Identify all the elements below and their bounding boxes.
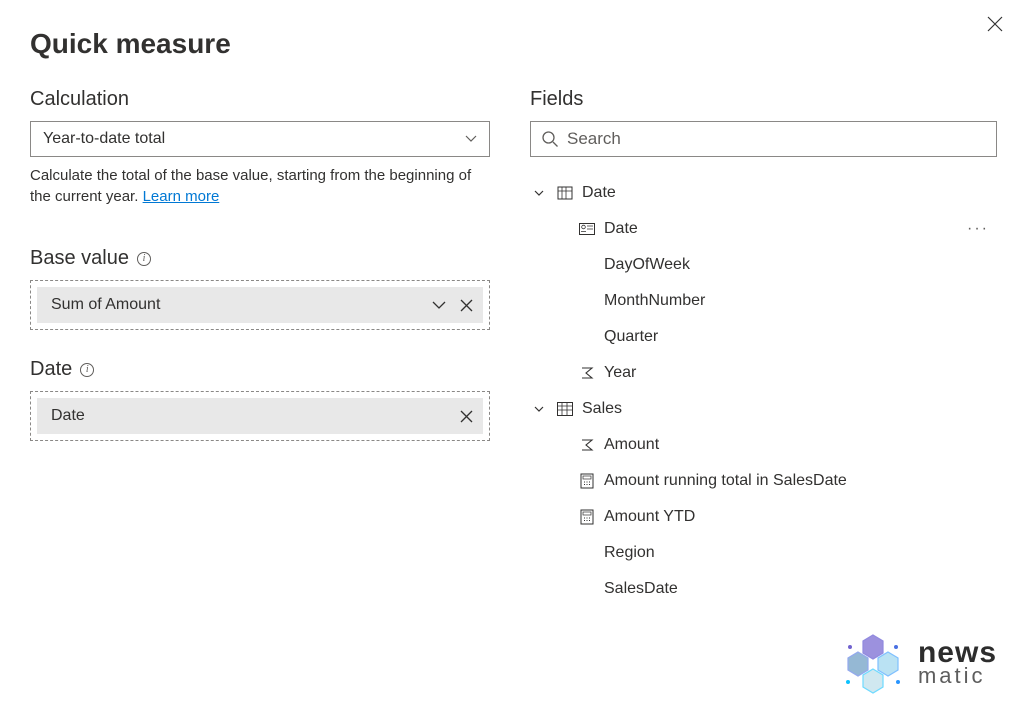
chevron-down-icon [534, 406, 548, 413]
field-label: Date [604, 220, 638, 238]
calculation-value: Year-to-date total [43, 130, 165, 148]
field-date[interactable]: Date ··· [530, 211, 997, 247]
base-value-well[interactable]: Sum of Amount [30, 280, 490, 330]
date-value-text: Date [51, 407, 85, 425]
base-value-label: Base value i [30, 247, 490, 270]
field-dayofweek[interactable]: DayOfWeek [530, 247, 997, 283]
fields-pane: Fields Date Date ··· [530, 88, 997, 607]
field-label: Region [604, 544, 655, 562]
table-icon [556, 402, 574, 416]
watermark-line1: news [918, 639, 997, 666]
chevron-down-icon [534, 190, 548, 197]
watermark-line2: matic [918, 666, 997, 686]
info-icon[interactable]: i [137, 252, 151, 266]
fields-tree: Date Date ··· DayOfWeek MonthNumber Quar… [530, 175, 997, 607]
field-region[interactable]: Region [530, 535, 997, 571]
remove-icon[interactable] [460, 410, 473, 423]
field-monthnumber[interactable]: MonthNumber [530, 283, 997, 319]
learn-more-link[interactable]: Learn more [143, 188, 220, 205]
field-label: Amount YTD [604, 508, 695, 526]
calendar-table-icon [556, 185, 574, 201]
more-options-icon[interactable]: ··· [967, 220, 989, 238]
field-amount[interactable]: Amount [530, 427, 997, 463]
field-label: Amount [604, 436, 659, 454]
date-well[interactable]: Date [30, 391, 490, 441]
dialog-title: Quick measure [30, 28, 997, 60]
field-label: SalesDate [604, 580, 678, 598]
measure-icon [578, 473, 596, 489]
table-label: Date [582, 184, 616, 202]
field-label: Year [604, 364, 636, 382]
remove-icon[interactable] [460, 299, 473, 312]
table-sales[interactable]: Sales [530, 391, 997, 427]
left-pane: Calculation Year-to-date total Calculate… [30, 88, 490, 607]
field-amount-running-total[interactable]: Amount running total in SalesDate [530, 463, 997, 499]
field-label: MonthNumber [604, 292, 705, 310]
watermark: news matic [838, 627, 997, 697]
chevron-down-icon[interactable] [432, 301, 446, 310]
fields-label: Fields [530, 88, 997, 111]
sigma-icon [578, 366, 596, 380]
calculation-label: Calculation [30, 88, 490, 111]
table-label: Sales [582, 400, 622, 418]
search-input[interactable] [567, 129, 986, 149]
table-date[interactable]: Date [530, 175, 997, 211]
date-label: Date i [30, 358, 490, 381]
info-icon[interactable]: i [80, 363, 94, 377]
measure-icon [578, 509, 596, 525]
search-box[interactable] [530, 121, 997, 157]
base-value-text: Sum of Amount [51, 296, 160, 314]
field-label: DayOfWeek [604, 256, 690, 274]
field-amount-ytd[interactable]: Amount YTD [530, 499, 997, 535]
watermark-logo-icon [838, 627, 908, 697]
field-year[interactable]: Year [530, 355, 997, 391]
date-chip[interactable]: Date [37, 398, 483, 434]
calculation-select[interactable]: Year-to-date total [30, 121, 490, 157]
calculation-description: Calculate the total of the base value, s… [30, 165, 490, 207]
identity-icon [578, 223, 596, 235]
field-label: Amount running total in SalesDate [604, 472, 847, 490]
sigma-icon [578, 438, 596, 452]
base-value-chip[interactable]: Sum of Amount [37, 287, 483, 323]
field-salesdate[interactable]: SalesDate [530, 571, 997, 607]
chevron-down-icon [465, 135, 477, 143]
field-quarter[interactable]: Quarter [530, 319, 997, 355]
search-icon [541, 130, 559, 148]
field-label: Quarter [604, 328, 658, 346]
close-icon [987, 16, 1003, 32]
close-button[interactable] [983, 12, 1007, 36]
